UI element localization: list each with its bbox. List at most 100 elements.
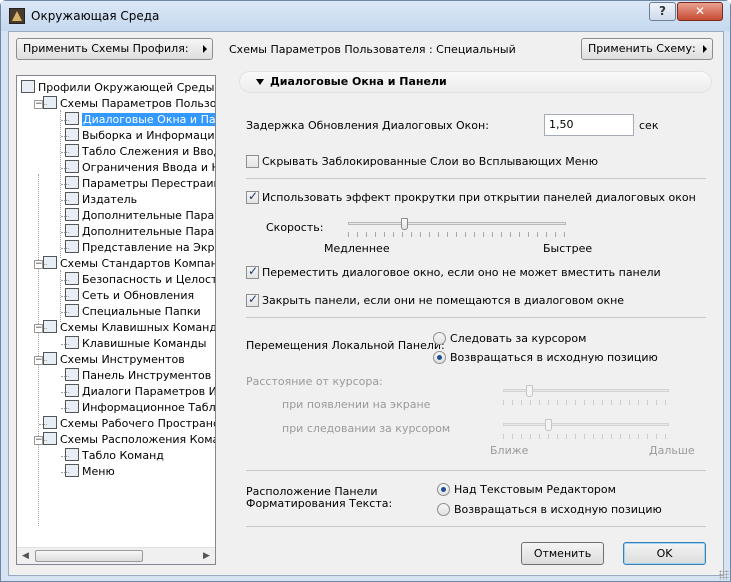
return-position-label: Возвращаться в исходную позицию — [450, 351, 658, 364]
tree-item-label: Специальные Папки — [82, 305, 201, 318]
tree-item[interactable]: Дополнительные Параметр — [65, 208, 215, 224]
help-button[interactable]: ? — [649, 2, 676, 21]
chevron-right-icon — [203, 45, 207, 53]
divider — [246, 470, 706, 471]
collapse-toggle-icon[interactable]: − — [34, 100, 43, 109]
tree-guide — [61, 216, 69, 217]
tree-item[interactable]: Безопасность и Целостнос — [65, 272, 215, 288]
scroll-effect-label: Использовать эффект прокрутки при открыт… — [262, 191, 696, 204]
tree-guide — [61, 472, 69, 473]
window-title: Окружающая Среда — [31, 9, 160, 23]
tree-item[interactable]: Диалоговые Окна и Панел — [65, 112, 215, 128]
close-panels-label: Закрыть панели, если они не помещаются в… — [262, 294, 625, 307]
tree-horizontal-scrollbar[interactable]: ◀ ▶ — [17, 547, 215, 564]
tree-item[interactable]: Схемы Стандартов Компании — [43, 256, 215, 272]
tree-item[interactable]: Профили Окружающей Среды — [21, 80, 214, 96]
section-header[interactable]: Диалоговые Окна и Панели — [239, 71, 712, 93]
collapse-toggle-icon[interactable]: − — [34, 324, 43, 333]
speed-slider-track[interactable] — [348, 222, 566, 225]
tree-item[interactable]: Специальные Папки — [65, 304, 201, 320]
tree-item[interactable]: Схемы Клавишных Команд — [43, 320, 215, 336]
scroll-right-icon[interactable]: ▶ — [198, 548, 215, 564]
appear-distance-ticks — [503, 400, 669, 405]
settings-tree[interactable]: Профили Окружающей Среды Схемы Параметров… — [16, 75, 216, 565]
keyboard-icon — [65, 336, 79, 349]
tool-dialogs-icon — [65, 384, 79, 397]
move-dialog-checkbox[interactable] — [246, 264, 259, 279]
format-return-label: Возвращаться в исходную позицию — [454, 503, 662, 516]
follow-cursor-radio[interactable] — [433, 332, 446, 345]
tree-item[interactable]: Диалоги Параметров Инстр — [65, 384, 215, 400]
tree-item[interactable]: Сеть и Обновления — [65, 288, 194, 304]
close-panels-checkbox[interactable] — [246, 292, 259, 307]
apply-profile-button[interactable]: Применить Схемы Профиля: — [16, 38, 213, 60]
tree-item[interactable]: Табло Команд — [65, 448, 164, 464]
tree-item[interactable]: Представление на Экране — [65, 240, 215, 256]
command-layout-icon — [43, 432, 57, 445]
tree-guide — [61, 296, 69, 297]
return-position-radio[interactable] — [433, 351, 446, 364]
tree-item[interactable]: Информационное Табло — [65, 400, 215, 416]
tree-item[interactable]: Схемы Рабочего Пространства — [43, 416, 215, 432]
tree-item[interactable]: Схемы Инструментов — [43, 352, 185, 368]
tree-item-label: Безопасность и Целостнос — [82, 273, 215, 286]
scroll-left-icon[interactable]: ◀ — [17, 548, 34, 564]
safety-icon — [65, 272, 79, 285]
above-editor-radio[interactable] — [437, 483, 450, 496]
delay-unit: сек — [639, 119, 659, 132]
tree-guide — [61, 232, 69, 233]
on-follow-label: при следовании за курсором — [282, 422, 451, 435]
selection-icon — [65, 128, 79, 141]
tree-item[interactable]: Параметры Перестраивани — [65, 176, 215, 192]
tree-item[interactable]: Схемы Параметров Пользоват — [43, 96, 215, 112]
scroll-thumb[interactable] — [35, 550, 143, 562]
tree-item[interactable]: Клавишные Команды — [65, 336, 206, 352]
info-box-icon — [65, 400, 79, 413]
tree-guide — [61, 376, 69, 377]
tree-item-label: Меню — [82, 465, 115, 478]
hide-locked-label: Скрывать Заблокированные Слои во Всплыва… — [262, 155, 599, 168]
hide-locked-checkbox[interactable] — [246, 155, 259, 168]
tree-item[interactable]: Дополнительные Параметр — [65, 224, 215, 240]
tree-item[interactable]: Схемы Расположения Команд — [43, 432, 215, 448]
speed-slider-thumb[interactable] — [401, 218, 408, 230]
ok-button[interactable]: OK — [623, 542, 706, 565]
publisher-icon — [65, 192, 79, 205]
tree-item-label: Схемы Клавишных Команд — [60, 321, 215, 334]
profiles-icon — [21, 80, 35, 93]
display-icon — [65, 240, 79, 253]
local-panel-label: Перемещения Локальной Панели: — [246, 339, 445, 352]
tree-item[interactable]: Меню — [65, 464, 115, 480]
tree-item[interactable]: Издатель — [65, 192, 137, 208]
resize-grip-icon[interactable] — [719, 570, 729, 580]
collapse-triangle-icon[interactable] — [256, 79, 264, 85]
speed-slow-label: Медленнее — [324, 242, 390, 255]
tree-item-label: Параметры Перестраивани — [82, 177, 215, 190]
tree-guide — [61, 456, 69, 457]
collapse-toggle-icon[interactable]: − — [34, 436, 43, 445]
tree-item-label: Табло Слежения и Ввод Ко — [82, 145, 215, 158]
tree-item[interactable]: Ограничения Ввода и Напр — [65, 160, 215, 176]
tree-item-label: Сеть и Обновления — [82, 289, 195, 302]
tree-item-label: Схемы Рабочего Пространства — [60, 417, 215, 430]
tree-item-label: Выборка и Информация об — [82, 129, 215, 142]
tracker-icon — [65, 144, 79, 157]
tree-guide — [61, 312, 69, 313]
format-panel-label-2: Форматирования Текста: — [246, 497, 393, 510]
close-button[interactable]: ✕ — [677, 2, 723, 21]
scroll-effect-checkbox[interactable] — [246, 189, 259, 204]
apply-scheme-button[interactable]: Применить Схему: — [581, 38, 713, 60]
tree-item[interactable]: Выборка и Информация об — [65, 128, 215, 144]
company-schemes-icon — [43, 256, 57, 269]
tree-guide — [61, 168, 69, 169]
speed-slider-ticks — [348, 232, 566, 237]
cancel-button[interactable]: Отменить — [521, 542, 604, 565]
collapse-toggle-icon[interactable]: − — [34, 356, 43, 365]
tree-item[interactable]: Табло Слежения и Ввод Ко — [65, 144, 215, 160]
delay-input[interactable]: 1,50 — [544, 114, 634, 136]
tree-guide — [38, 174, 39, 526]
format-return-radio[interactable] — [437, 503, 450, 516]
tree-guide — [61, 136, 69, 137]
tree-item[interactable]: Панель Инструментов — [65, 368, 211, 384]
collapse-toggle-icon[interactable]: − — [34, 260, 43, 269]
